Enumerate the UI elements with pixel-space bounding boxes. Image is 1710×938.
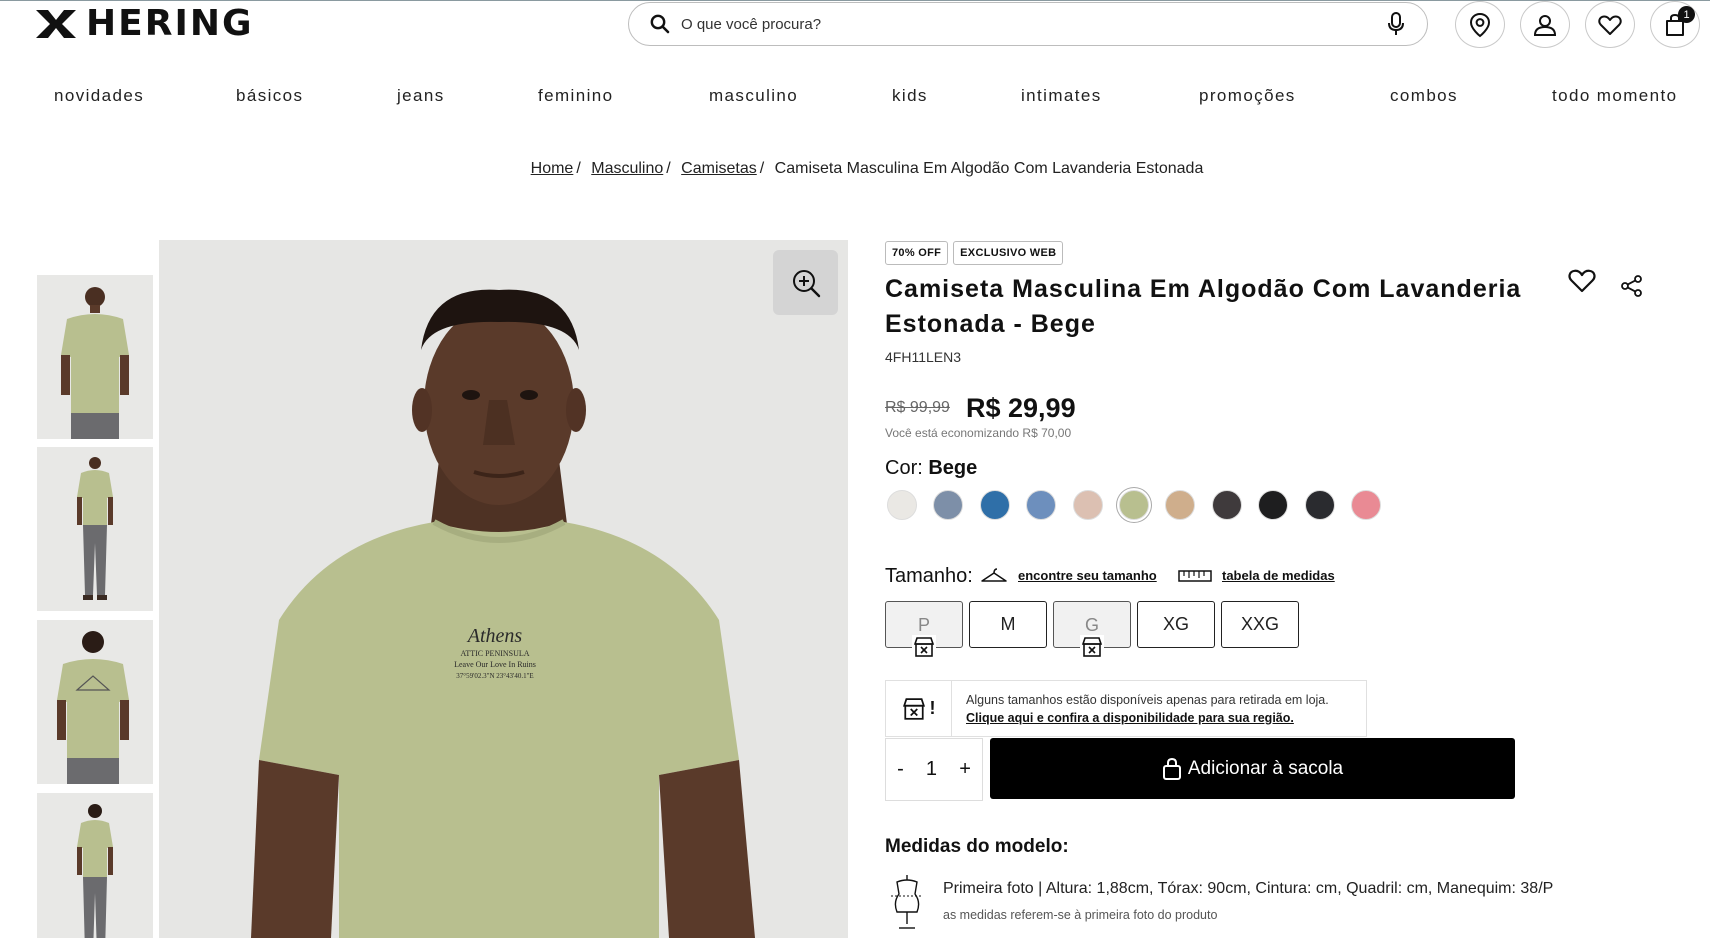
brand-logo[interactable]: HERING bbox=[34, 6, 254, 42]
add-to-bag-label: Adicionar à sacola bbox=[1187, 757, 1344, 779]
color-swatch[interactable] bbox=[887, 490, 917, 520]
store-availability-notice: ! Alguns tamanhos estão disponíveis apen… bbox=[885, 680, 1367, 737]
product-title: Camiseta Masculina Em Algodão Com Lavand… bbox=[885, 275, 1522, 338]
gallery-thumbnail-4[interactable] bbox=[37, 793, 153, 938]
model-measurements-text: Primeira foto | Altura: 1,88cm, Tórax: 9… bbox=[943, 880, 1554, 897]
account-button[interactable] bbox=[1520, 1, 1570, 48]
color-swatch[interactable] bbox=[1026, 490, 1057, 520]
color-swatch[interactable] bbox=[1211, 490, 1242, 520]
breadcrumb-home[interactable]: Home bbox=[531, 160, 574, 177]
breadcrumb-separator: / bbox=[666, 160, 671, 177]
store-pickup-icon bbox=[912, 635, 936, 659]
cart-count-badge: 1 bbox=[1678, 6, 1695, 23]
size-option-m[interactable]: M bbox=[969, 601, 1047, 648]
user-icon bbox=[1533, 14, 1557, 36]
breadcrumb-masculino[interactable]: Masculino bbox=[591, 160, 663, 177]
discount-badge: 70% OFF bbox=[885, 241, 949, 265]
nav-item-basicos[interactable]: básicos bbox=[236, 86, 303, 106]
search-bar[interactable] bbox=[628, 2, 1428, 46]
check-availability-link[interactable]: Clique aqui e confira a disponibilidade … bbox=[966, 711, 1294, 725]
model-photo: Athens ATTIC PENINSULA Leave Our Love In… bbox=[159, 240, 848, 938]
wishlist-header-button[interactable] bbox=[1585, 1, 1635, 48]
nav-item-masculino[interactable]: masculino bbox=[709, 86, 798, 106]
color-swatch[interactable] bbox=[933, 490, 964, 520]
gallery-thumbnail-3[interactable] bbox=[37, 620, 153, 784]
store-pickup-icon bbox=[1080, 635, 1104, 659]
find-your-size-link[interactable]: encontre seu tamanho bbox=[1018, 568, 1157, 583]
search-input[interactable] bbox=[681, 15, 1385, 33]
size-option-xg[interactable]: XG bbox=[1137, 601, 1215, 648]
quantity-increase-button[interactable]: + bbox=[959, 758, 971, 781]
gallery-thumbnail-2[interactable] bbox=[37, 447, 153, 611]
hanger-icon bbox=[980, 567, 1008, 590]
shirt-print-line-2: Leave Our Love In Ruins bbox=[454, 660, 536, 669]
nav-item-jeans[interactable]: jeans bbox=[397, 86, 445, 106]
heart-icon bbox=[1598, 14, 1622, 35]
breadcrumb-separator: / bbox=[759, 160, 765, 177]
size-option-xxg[interactable]: XXG bbox=[1221, 601, 1299, 648]
nav-item-promocoes[interactable]: promoções bbox=[1199, 86, 1296, 106]
main-navigation: novidades básicos jeans feminino masculi… bbox=[0, 86, 1710, 112]
main-product-image[interactable]: Athens ATTIC PENINSULA Leave Our Love In… bbox=[159, 240, 848, 938]
microphone-icon[interactable] bbox=[1385, 12, 1407, 35]
cart-button[interactable]: 1 bbox=[1650, 1, 1700, 48]
model-measurements-title: Medidas do modelo: bbox=[885, 836, 1069, 857]
breadcrumb-separator: / bbox=[576, 160, 581, 177]
size-label: Tamanho: bbox=[885, 565, 973, 587]
original-price: R$ 99,99 bbox=[885, 399, 950, 416]
store-locator-button[interactable] bbox=[1455, 1, 1505, 48]
share-icon bbox=[1621, 275, 1642, 297]
shirt-print-line-3: 37°59'02.3"N 23°43'40.1"E bbox=[456, 672, 533, 680]
quantity-stepper: - 1 + bbox=[885, 738, 983, 801]
color-swatch[interactable] bbox=[1351, 490, 1381, 520]
zoom-button[interactable] bbox=[773, 250, 838, 315]
top-divider bbox=[0, 0, 1710, 1]
add-to-wishlist-button[interactable] bbox=[1568, 268, 1596, 299]
zoom-in-icon bbox=[792, 269, 820, 297]
color-swatch[interactable] bbox=[1304, 490, 1335, 520]
product-sku: 4FH11LEN3 bbox=[885, 349, 962, 365]
color-swatch[interactable] bbox=[1258, 490, 1289, 520]
heart-icon bbox=[1568, 269, 1596, 293]
nav-item-intimates[interactable]: intimates bbox=[1021, 86, 1102, 106]
notice-text: Alguns tamanhos estão disponíveis apenas… bbox=[966, 693, 1329, 707]
gallery-thumbnail-1[interactable] bbox=[37, 275, 153, 439]
breadcrumb: Home / Masculino / Camisetas / Camiseta Mas… bbox=[0, 160, 1710, 178]
ruler-icon bbox=[1178, 569, 1212, 588]
breadcrumb-current: Camiseta Masculina Em Algodão Com Lavand… bbox=[774, 160, 1204, 177]
brand-name: HERING bbox=[86, 3, 254, 44]
nav-item-novidades[interactable]: novidades bbox=[54, 86, 144, 106]
product-badges: 70% OFF EXCLUSIVO WEB bbox=[885, 241, 1064, 265]
nav-item-todo-momento[interactable]: todo momento bbox=[1552, 86, 1677, 106]
color-swatch[interactable] bbox=[1165, 490, 1196, 520]
shirt-print-line-1: ATTIC PENINSULA bbox=[460, 649, 529, 658]
add-to-bag-button[interactable]: Adicionar à sacola bbox=[990, 738, 1515, 799]
web-exclusive-badge: EXCLUSIVO WEB bbox=[953, 241, 1064, 265]
savings-text: Você está economizando R$ 70,00 bbox=[885, 426, 1072, 440]
nav-item-feminino[interactable]: feminino bbox=[538, 86, 613, 106]
location-pin-icon bbox=[1469, 12, 1491, 37]
store-alert-icon: ! bbox=[886, 681, 952, 736]
color-swatch[interactable] bbox=[979, 490, 1010, 520]
nav-item-combos[interactable]: combos bbox=[1390, 86, 1458, 106]
selected-color-name: Bege bbox=[928, 457, 978, 479]
color-swatch[interactable] bbox=[1072, 490, 1103, 520]
quantity-decrease-button[interactable]: - bbox=[897, 758, 904, 781]
shirt-print-title: Athens bbox=[466, 625, 523, 647]
search-icon[interactable] bbox=[649, 13, 671, 35]
hering-fish-icon bbox=[36, 10, 76, 38]
color-label: Cor: Bege bbox=[885, 457, 978, 479]
current-price: R$ 29,99 bbox=[966, 393, 1076, 423]
breadcrumb-camisetas[interactable]: Camisetas bbox=[681, 160, 757, 177]
mannequin-icon bbox=[887, 874, 927, 935]
nav-item-kids[interactable]: kids bbox=[892, 86, 928, 106]
size-table-link[interactable]: tabela de medidas bbox=[1222, 568, 1335, 583]
color-swatch[interactable] bbox=[1119, 490, 1149, 520]
share-button[interactable] bbox=[1621, 275, 1643, 302]
lock-bag-icon bbox=[1162, 757, 1181, 780]
model-measurements-note: as medidas referem-se à primeira foto do… bbox=[943, 908, 1218, 922]
quantity-value: 1 bbox=[925, 758, 938, 780]
